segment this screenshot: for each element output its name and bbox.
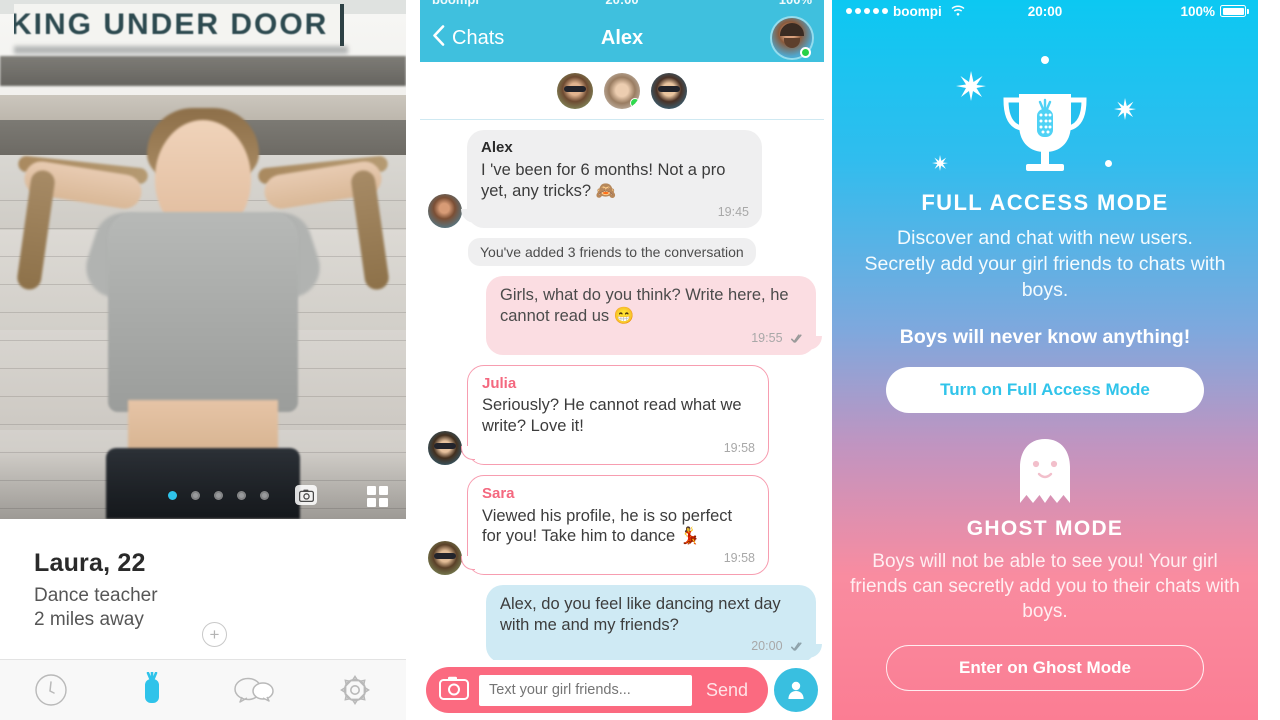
message-time: 19:55	[751, 331, 803, 348]
message-avatar-sara[interactable]	[428, 540, 462, 575]
ghost-icon	[832, 437, 1258, 509]
chat-status-bar: boompi 20:00 100%	[420, 0, 824, 14]
participant-avatar-2[interactable]	[604, 72, 640, 109]
message-bubble-julia[interactable]: Julia Seriously? He cannot read what we …	[461, 364, 769, 465]
back-label: Chats	[452, 26, 505, 49]
ghost-mode-title: GHOST MODE	[966, 516, 1124, 540]
message-list[interactable]: Alex I 've been for 6 months! Not a pro …	[420, 120, 824, 664]
pager-dot[interactable]	[260, 490, 269, 500]
chats-tab[interactable]	[224, 667, 284, 713]
full-access-description: Discover and chat with new users. Secret…	[864, 227, 1226, 301]
message-bubble-own-pink[interactable]: Girls, what do you think? Write here, he…	[486, 276, 822, 355]
bottom-tab-bar	[0, 659, 406, 720]
expand-profile-button[interactable]: +	[202, 622, 227, 647]
pager-dot[interactable]	[214, 490, 223, 500]
torso-tshirt	[108, 212, 298, 412]
message-sender: Julia	[482, 374, 517, 392]
photo-pager-dots[interactable]	[168, 485, 317, 505]
profile-occupation: Dance teacher	[34, 585, 158, 606]
message-bubble-alex[interactable]: Alex I 've been for 6 months! Not a pro …	[461, 130, 762, 229]
sunglasses-icon	[434, 552, 456, 559]
message-row: Sara Viewed his profile, he is so perfec…	[428, 474, 816, 575]
avatar-hair	[780, 23, 804, 36]
message-time: 19:58	[723, 551, 755, 566]
read-receipt-icon	[791, 640, 803, 656]
person-figure	[0, 0, 406, 519]
message-bubble-sara[interactable]: Sara Viewed his profile, he is so perfec…	[461, 474, 769, 575]
message-bubble-own-blue[interactable]: Alex, do you feel like dancing next day …	[486, 584, 822, 664]
message-avatar-alex[interactable]	[428, 194, 462, 229]
avatar-beard	[784, 38, 800, 48]
pager-dot[interactable]	[237, 490, 246, 500]
participants-row	[420, 62, 824, 120]
chat-status-carrier: boompi	[432, 0, 479, 7]
full-access-title: FULL ACCESS MODE	[921, 190, 1169, 215]
participant-avatar-1[interactable]	[557, 72, 593, 109]
chat-status-battery: 100%	[779, 0, 812, 7]
discover-tab[interactable]	[122, 667, 182, 713]
message-sender: Sara	[482, 484, 515, 502]
chat-screen: boompi 20:00 100% Chats Alex	[420, 0, 832, 720]
settings-tab[interactable]	[325, 667, 385, 713]
photo-gradient-overlay	[0, 449, 406, 519]
system-message: You've added 3 friends to the conversati…	[468, 238, 756, 267]
message-text: Girls, what do you think? Write here, he…	[500, 286, 789, 325]
person-add-icon[interactable]	[774, 668, 818, 712]
message-row: Girls, what do you think? Write here, he…	[428, 276, 822, 355]
full-access-section: FULL ACCESS MODE Discover and chat with …	[832, 0, 1258, 413]
send-button[interactable]: Send	[692, 680, 762, 701]
sunglasses-icon	[564, 85, 586, 92]
trophy-pineapple-icon	[832, 84, 1258, 180]
chat-input-pill: Send	[426, 667, 768, 713]
photo-library-icon[interactable]	[295, 485, 317, 505]
grid-view-icon[interactable]	[367, 486, 388, 507]
participant-avatar-3[interactable]	[651, 72, 687, 109]
hair-strand-left	[15, 168, 57, 292]
enter-ghost-mode-button[interactable]: Enter on Ghost Mode	[886, 644, 1204, 691]
photo-controls	[0, 485, 406, 505]
sunglasses-icon	[434, 442, 456, 449]
message-time: 19:45	[717, 205, 749, 220]
profile-screen: KING UNDER DOOR Laura, 22 Dance teacher …	[0, 0, 420, 720]
ghost-mode-description: Boys will not be able to see you! Your g…	[850, 550, 1240, 623]
profile-name: Laura, 22	[34, 549, 146, 577]
chat-title: Alex	[600, 26, 644, 49]
chevron-left-icon	[432, 25, 445, 51]
ghost-mode-section: GHOST MODE Boys will not be able to see …	[832, 437, 1258, 691]
profile-info: Laura, 22 Dance teacher 2 miles away +	[0, 519, 406, 659]
message-text: Seriously? He cannot read what we write?…	[482, 396, 742, 436]
read-receipt-icon	[791, 332, 803, 348]
online-status-dot	[800, 47, 811, 58]
message-time: 20:00	[751, 639, 803, 656]
pager-dot[interactable]	[191, 490, 200, 500]
full-access-tagline: Boys will never know anything!	[899, 325, 1191, 348]
message-row: Alex I 've been for 6 months! Not a pro …	[428, 130, 816, 229]
message-sender: Alex	[481, 139, 513, 156]
back-to-chats-button[interactable]: Chats	[432, 25, 504, 51]
chat-input-bar: Send	[420, 660, 824, 720]
online-status-dot	[630, 97, 640, 108]
turn-on-full-access-button[interactable]: Turn on Full Access Mode	[886, 366, 1204, 413]
message-row: Julia Seriously? He cannot read what we …	[428, 364, 816, 465]
message-avatar-julia[interactable]	[428, 430, 462, 465]
message-input[interactable]	[479, 674, 692, 706]
sunglasses-icon	[658, 85, 680, 92]
history-tab[interactable]	[21, 667, 81, 713]
message-time: 19:58	[723, 440, 755, 455]
message-row: Alex, do you feel like dancing next day …	[428, 584, 822, 664]
camera-icon[interactable]	[439, 676, 469, 705]
hair-strand-right	[349, 168, 391, 292]
message-text: Viewed his profile, he is so perfect for…	[482, 506, 733, 546]
modes-screen: boompi 20:00 100% FULL ACCESS MODE Disco…	[832, 0, 1258, 720]
pager-dot[interactable]	[168, 490, 177, 500]
app-screenshots-stage: KING UNDER DOOR Laura, 22 Dance teacher …	[0, 0, 1280, 720]
profile-photo[interactable]: KING UNDER DOOR	[0, 0, 406, 519]
message-text: Alex, do you feel like dancing next day …	[500, 594, 781, 634]
chat-status-time: 20:00	[605, 0, 638, 7]
chat-header: Chats Alex	[420, 14, 824, 62]
message-text: I 've been for 6 months! Not a pro yet, …	[481, 160, 726, 200]
